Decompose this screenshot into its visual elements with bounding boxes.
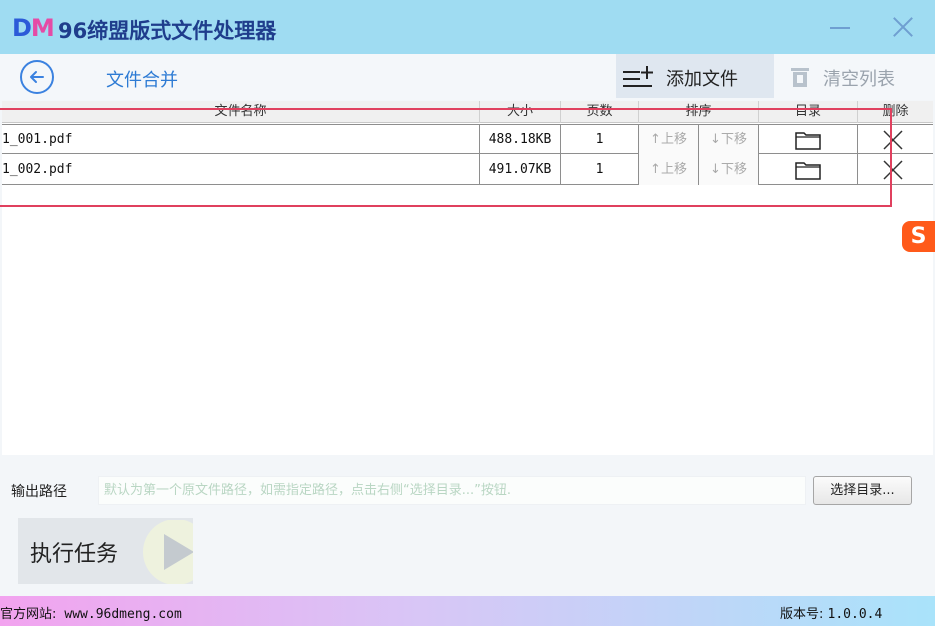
run-task-button[interactable]: 执行任务 [18,518,193,584]
run-task-label: 执行任务 [30,542,119,567]
folder-icon [795,162,821,180]
table-row[interactable]: 1_002.pdf 491.07KB 1 ↑上移 ↓下移 [2,155,933,185]
table-header: 文件名称 大小 页数 排序 目录 删除 [2,101,933,123]
app-logo: DM [12,14,55,42]
page-title: 文件合并 [106,70,178,91]
website-info: 官方网站: www.96dmeng.com [0,603,182,622]
clear-list-button[interactable]: 清空列表 [776,54,932,98]
header-size[interactable]: 大小 [480,101,561,123]
back-button[interactable] [20,60,54,94]
page-count-cell: 1 [561,125,639,155]
trash-icon [791,68,809,87]
version-info: 版本号: 1.0.0.4 [780,603,882,622]
toolbar: 文件合并 添加文件 清空列表 [0,54,935,100]
output-path-label: 输出路径 [11,484,67,500]
minimize-icon [830,27,850,29]
header-directory: 目录 [759,101,858,123]
page-count-cell: 1 [561,155,639,185]
open-folder-button[interactable] [759,125,858,155]
file-name-cell: 1_001.pdf [2,125,480,155]
add-files-label: 添加文件 [666,69,738,90]
file-name-cell: 1_002.pdf [2,155,480,185]
website-link[interactable]: www.96dmeng.com [64,607,181,622]
file-size-cell: 491.07KB [480,155,561,185]
file-table: 文件名称 大小 页数 排序 目录 删除 1_001.pdf 488.18KB 1… [2,101,933,455]
header-delete: 删除 [882,104,909,119]
open-folder-button[interactable] [759,155,858,185]
delete-x-icon [882,130,903,150]
header-name[interactable]: 文件名称 [2,101,480,123]
delete-row-button[interactable] [858,155,933,185]
version-label: 版本号: [780,607,824,622]
back-arrow-icon [30,71,44,83]
add-files-button[interactable]: 添加文件 [616,54,774,98]
header-pages[interactable]: 页数 [561,101,639,123]
logo-letter-m: M [30,14,55,42]
app-title: 96缔盟版式文件处理器 [58,19,277,43]
status-bar: 官方网站: www.96dmeng.com 版本号: 1.0.0.4 [0,596,935,626]
website-label: 官方网站: [0,607,57,622]
header-sort: 排序 [639,101,759,123]
table-row[interactable]: 1_001.pdf 488.18KB 1 ↑上移 ↓下移 [2,124,933,155]
move-up-button[interactable]: ↑上移 [639,125,699,155]
logo-letter-d: D [12,14,32,42]
add-list-icon [623,66,653,87]
choose-directory-button[interactable]: 选择目录... [813,476,912,505]
folder-icon [795,132,821,150]
delete-x-icon [882,160,903,180]
file-size-cell: 488.18KB [480,125,561,155]
sogou-ime-icon[interactable]: S [902,221,935,252]
minimize-button[interactable] [814,0,862,54]
move-up-button[interactable]: ↑上移 [639,155,699,185]
clear-list-label: 清空列表 [823,69,895,90]
move-down-button[interactable]: ↓下移 [699,125,759,155]
close-button[interactable] [878,0,926,54]
move-down-button[interactable]: ↓下移 [699,155,759,185]
version-number: 1.0.0.4 [827,607,883,622]
output-path-input[interactable] [98,476,806,505]
title-bar: DM 96缔盟版式文件处理器 [0,0,935,54]
delete-row-button[interactable] [858,125,933,155]
play-icon [143,520,193,584]
